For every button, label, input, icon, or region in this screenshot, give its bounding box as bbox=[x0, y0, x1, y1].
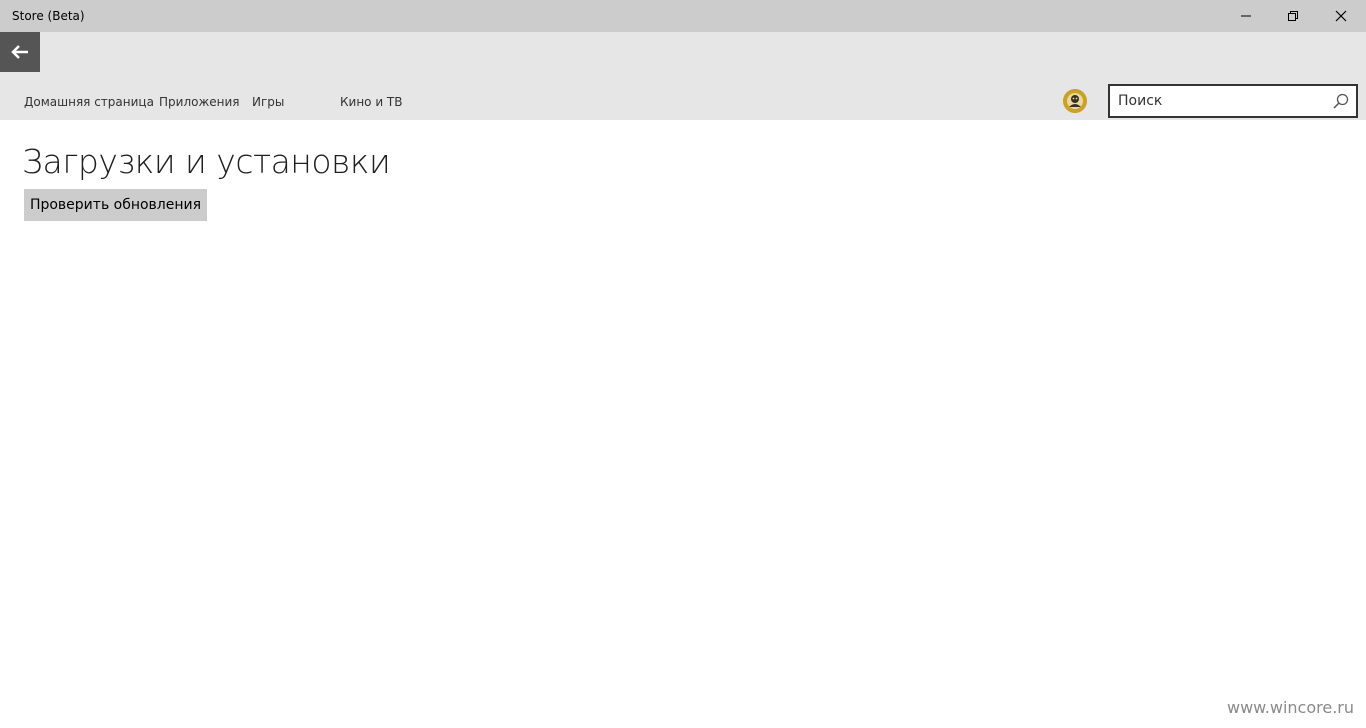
avatar-image bbox=[1063, 89, 1087, 113]
minimize-button[interactable] bbox=[1223, 0, 1269, 32]
check-updates-button[interactable]: Проверить обновления bbox=[24, 189, 207, 221]
search-icon[interactable] bbox=[1332, 92, 1350, 110]
page-title: Загрузки и установки bbox=[22, 142, 391, 181]
close-icon bbox=[1335, 10, 1347, 22]
title-bar: Store (Beta) bbox=[0, 0, 1366, 32]
back-button[interactable] bbox=[0, 32, 40, 72]
nav-home[interactable]: Домашняя страница bbox=[24, 94, 154, 110]
restore-icon bbox=[1288, 11, 1298, 21]
search-box[interactable] bbox=[1108, 84, 1358, 118]
search-input[interactable] bbox=[1118, 86, 1318, 116]
user-avatar[interactable] bbox=[1063, 89, 1087, 113]
restore-button[interactable] bbox=[1270, 0, 1316, 32]
close-button[interactable] bbox=[1318, 0, 1364, 32]
back-arrow-icon bbox=[11, 45, 28, 59]
window-title: Store (Beta) bbox=[12, 9, 85, 23]
minimize-icon bbox=[1241, 15, 1251, 17]
watermark: www.wincore.ru bbox=[1226, 698, 1354, 717]
nav-games[interactable]: Игры bbox=[252, 94, 284, 110]
nav-apps[interactable]: Приложения bbox=[159, 94, 240, 110]
nav-movies-tv[interactable]: Кино и ТВ bbox=[340, 94, 403, 110]
store-header: Домашняя страница Приложения Игры Кино и… bbox=[0, 32, 1366, 120]
